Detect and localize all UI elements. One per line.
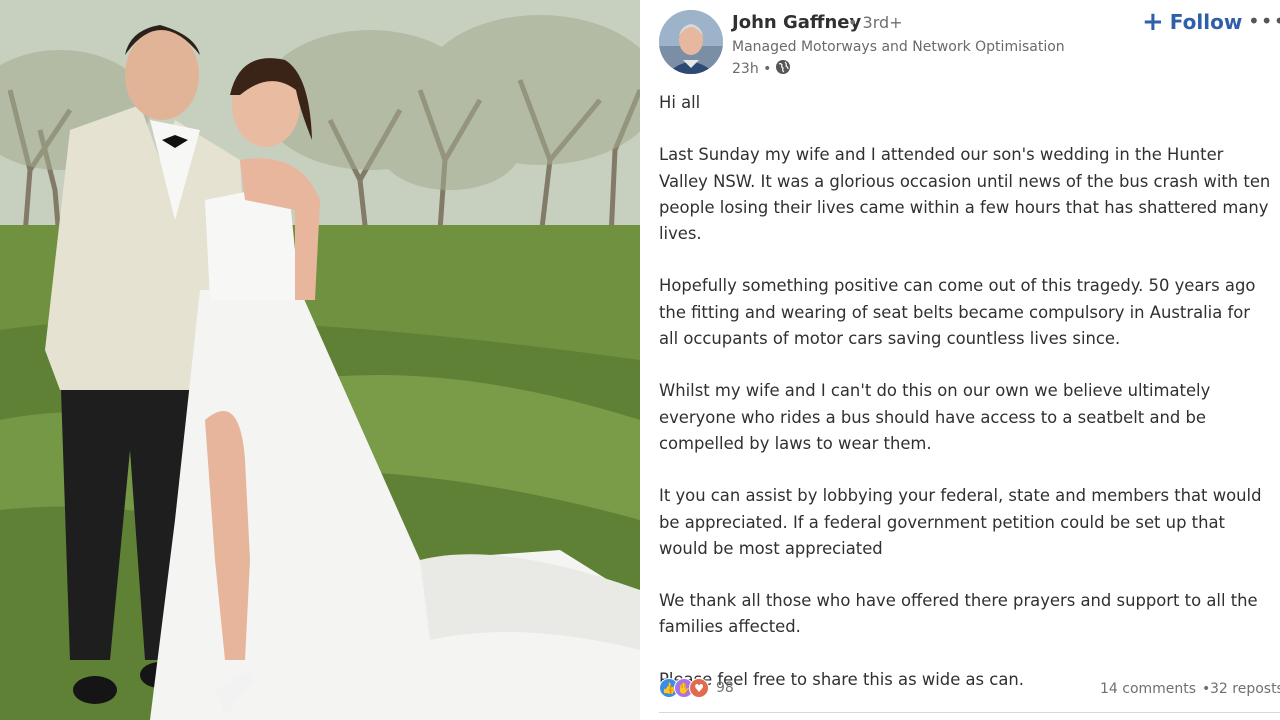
- post-paragraph: Whilst my wife and I can't do this on ou…: [659, 381, 1211, 453]
- reaction-icons: 👍 ✋ ♥: [659, 678, 709, 698]
- author-avatar[interactable]: [659, 10, 723, 74]
- avatar-image: [659, 10, 723, 74]
- reposts-count[interactable]: 32 reposts: [1210, 681, 1280, 697]
- post-body: Hi all Last Sunday my wife and I attende…: [659, 90, 1274, 719]
- wedding-photo-illustration: [0, 0, 640, 720]
- more-options-button[interactable]: •••: [1248, 9, 1280, 33]
- post-photo[interactable]: [0, 0, 640, 720]
- post-paragraph: We thank all those who have offered ther…: [659, 591, 1258, 637]
- divider: [659, 712, 1280, 713]
- author-name[interactable]: John Gaffney: [732, 12, 861, 33]
- post-card: John Gaffney • 3rd+ Managed Motorways an…: [640, 0, 1280, 720]
- comments-count[interactable]: 14 comments: [1100, 681, 1196, 697]
- post-paragraph: It you can assist by lobbying your feder…: [659, 486, 1262, 558]
- reactions-summary[interactable]: 👍 ✋ ♥ 98: [659, 678, 734, 698]
- post-paragraph: Hopefully something positive can come ou…: [659, 276, 1256, 349]
- post-timestamp: 23h •: [732, 61, 772, 77]
- connection-degree: • 3rd+: [848, 13, 903, 32]
- reaction-count: 98: [716, 680, 734, 696]
- post-meta: 23h •: [732, 59, 791, 79]
- post-paragraph: Hi all: [659, 93, 701, 112]
- globe-icon: [775, 59, 791, 79]
- follow-label: Follow: [1169, 10, 1243, 34]
- plus-icon: +: [1142, 7, 1164, 37]
- post-paragraph: Last Sunday my wife and I attended our s…: [659, 145, 1271, 244]
- love-icon: ♥: [689, 678, 709, 698]
- author-headline: Managed Motorways and Network Optimisati…: [732, 39, 1065, 55]
- follow-button[interactable]: + Follow: [1142, 7, 1242, 37]
